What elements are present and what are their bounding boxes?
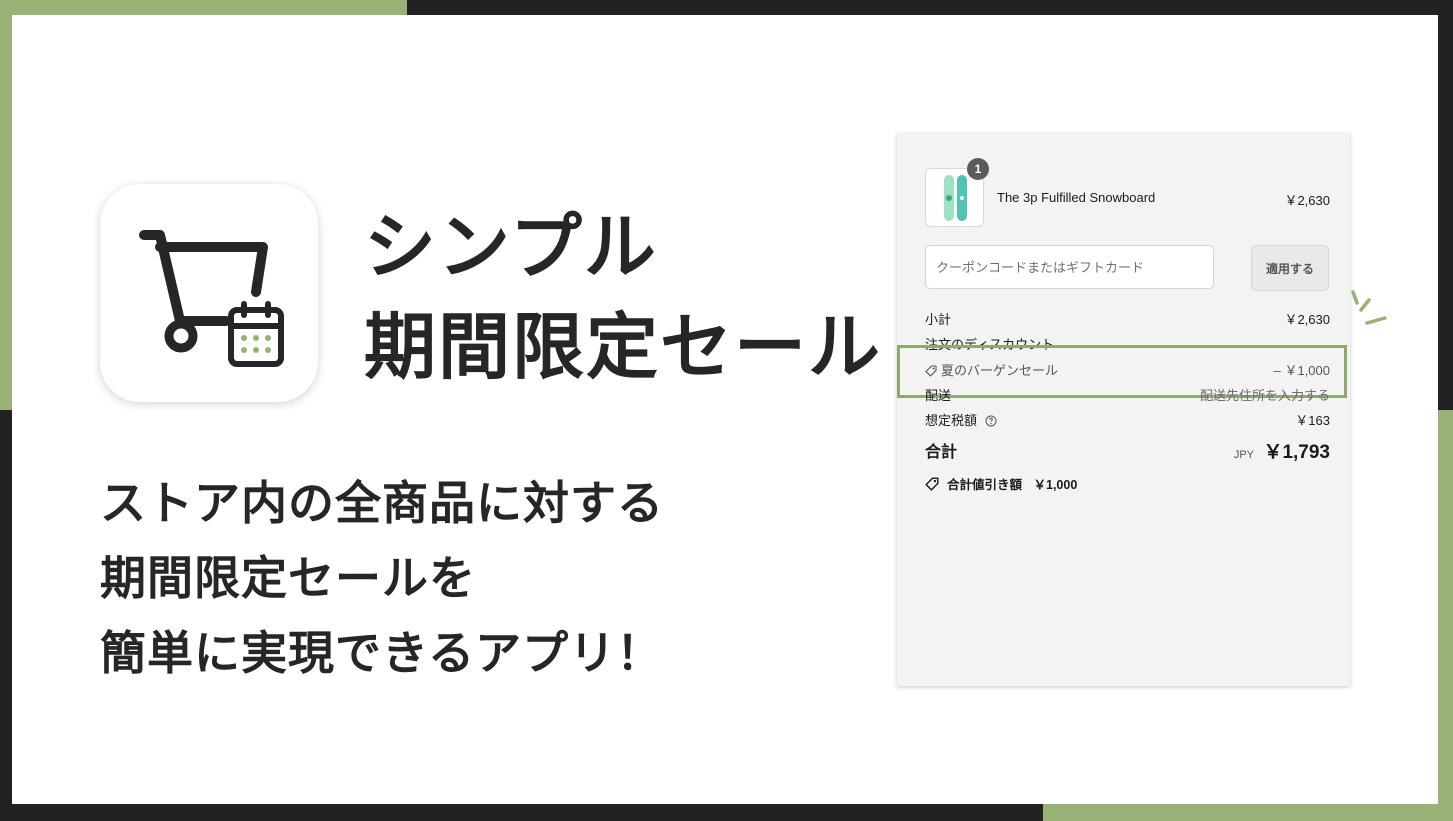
checkout-summary-panel: 1 The 3p Fulfilled Snowboard ￥2,630 適用する…	[897, 133, 1350, 686]
coupon-code-input[interactable]	[925, 245, 1214, 289]
subtotal-row: 小計 ￥2,630	[925, 311, 1330, 329]
app-icon	[100, 184, 318, 402]
tax-value: ￥163	[1295, 413, 1330, 428]
total-savings-value: ￥1,000	[1033, 478, 1078, 492]
sparkle-icon	[1351, 290, 1387, 325]
total-value: ￥1,793	[1263, 442, 1330, 463]
total-savings-label: 合計値引き額	[947, 478, 1023, 492]
subtotal-value: ￥2,630	[1284, 312, 1330, 327]
shopping-cart-calendar-icon	[139, 230, 284, 367]
tagline-line-3: 簡単に実現できるアプリ！	[100, 626, 664, 680]
order-discount-row: 注文のディスカウント	[925, 336, 1330, 354]
total-label: 合計	[925, 444, 958, 461]
total-currency: JPY	[1233, 449, 1254, 461]
shipping-row: 配送 配送先住所を入力する	[925, 387, 1330, 405]
quantity-badge: 1	[967, 158, 989, 180]
shipping-value: 配送先住所を入力する	[1199, 388, 1330, 403]
discount-line-label: 夏のバーゲンセール	[941, 363, 1059, 378]
tagline-line-1: ストア内の全商品に対する	[100, 476, 664, 530]
tagline-line-2: 期間限定セールを	[100, 551, 476, 605]
product-price: ￥2,630	[1284, 193, 1330, 208]
product-name: The 3p Fulfilled Snowboard	[997, 190, 1156, 205]
subtotal-label: 小計	[925, 312, 952, 327]
discount-line-row: 夏のバーゲンセール – ￥1,000	[925, 362, 1330, 380]
total-savings-wrap: 合計値引き額 ￥1,000	[925, 476, 1077, 494]
shipping-label: 配送	[925, 388, 952, 403]
question-circle-icon[interactable]	[985, 415, 997, 427]
tax-label-wrap: 想定税額	[925, 412, 1001, 430]
tag-icon	[925, 365, 937, 377]
tax-row: 想定税額 ￥163	[925, 412, 1330, 430]
headline-line-2: 期間限定セール	[364, 305, 883, 389]
headline-line-1: シンプル	[364, 205, 658, 289]
order-discount-label: 注文のディスカウント	[925, 337, 1055, 352]
tag-icon	[925, 477, 939, 491]
tax-label: 想定税額	[925, 413, 978, 428]
discount-line-value: – ￥1,000	[1273, 363, 1330, 378]
total-row: 合計 JPY ￥1,793	[925, 440, 1330, 466]
content-card: シンプル 期間限定セール ストア内の全商品に対する 期間限定セールを 簡単に実現…	[12, 15, 1438, 804]
total-savings-row: 合計値引き額 ￥1,000	[925, 476, 1330, 494]
discount-line-label-wrap: 夏のバーゲンセール	[925, 362, 1058, 380]
apply-coupon-button[interactable]: 適用する	[1251, 245, 1329, 291]
slide-frame: シンプル 期間限定セール ストア内の全商品に対する 期間限定セールを 簡単に実現…	[0, 0, 1453, 821]
